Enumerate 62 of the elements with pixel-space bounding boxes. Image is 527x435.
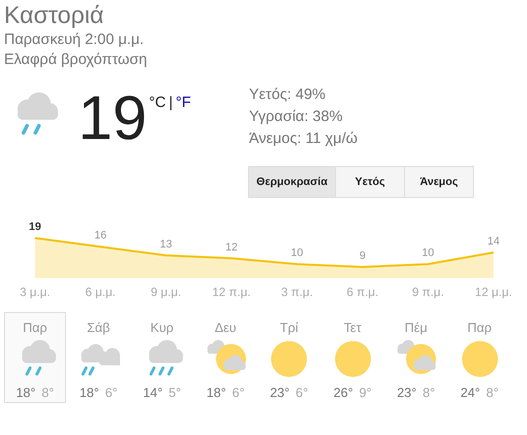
sun-icon: [268, 340, 310, 378]
weather-detail: Άνεμος: 11 χμ/ώ: [248, 129, 359, 149]
high-temperature: 18°: [79, 384, 100, 402]
data-label: 16: [94, 230, 107, 242]
chart-tab[interactable]: Θερμοκρασία: [248, 166, 336, 198]
axis-label: 6 μ.μ.: [85, 285, 116, 299]
day-label: Κυρ: [150, 319, 174, 337]
day-label: Παρ: [467, 319, 492, 337]
location-title: Καστοριά: [4, 2, 105, 30]
chart-tab[interactable]: Άνεμος: [404, 166, 474, 198]
forecast-day[interactable]: Σάβ 18° 6°: [68, 312, 130, 403]
day-label: Παρ: [22, 319, 48, 337]
unit-separator: |: [168, 93, 173, 113]
weather-condition: Ελαφρά βροχόπτωση: [4, 50, 148, 70]
high-temperature: 23°: [270, 384, 290, 402]
day-label: Πέμ: [404, 319, 428, 337]
high-temperature: 23°: [396, 384, 417, 402]
high-temperature: 24°: [460, 384, 480, 402]
weather-detail: Υγρασία: 38%: [248, 107, 344, 127]
day-label: Τρί: [280, 319, 298, 337]
low-temperature: 8°: [422, 384, 436, 402]
data-label: 13: [160, 238, 172, 250]
data-label: 9: [359, 250, 366, 262]
forecast-day[interactable]: Δευ 18° 6°: [194, 312, 256, 403]
low-temperature: 8°: [42, 384, 54, 402]
axis-label: 3 μ.μ.: [20, 285, 50, 299]
data-label: 19: [28, 221, 42, 233]
forecast-day[interactable]: Παρ 18° 8°: [4, 312, 66, 403]
axis-label: 6 π.μ.: [346, 285, 378, 299]
data-label: 10: [290, 247, 304, 260]
low-temperature: 6°: [232, 384, 245, 402]
high-temperature: 18°: [206, 384, 226, 402]
low-temperature: 6°: [296, 384, 308, 402]
high-temperature: 26°: [333, 384, 354, 402]
data-label: 12: [225, 241, 238, 254]
high-temperature: 14°: [142, 384, 163, 402]
data-label: 10: [422, 247, 434, 260]
unit-label: °C: [148, 93, 166, 113]
low-temperature: 6°: [105, 384, 118, 402]
unit-link[interactable]: °F: [176, 92, 191, 114]
axis-label: 9 π.μ.: [412, 285, 444, 299]
low-temperature: 8°: [486, 384, 499, 402]
high-temperature: 18°: [16, 384, 36, 402]
date-time: Παρασκευή 2:00 μ.μ.: [4, 30, 145, 50]
day-label: Τετ: [344, 319, 362, 337]
forecast-day[interactable]: Πέμ 23° 8°: [385, 312, 447, 403]
forecast-day[interactable]: Τρί 23° 6°: [258, 312, 320, 403]
axis-label: 3 π.μ.: [281, 285, 313, 299]
chart-tab[interactable]: Υετός: [334, 166, 405, 198]
data-label: 14: [487, 236, 500, 248]
weather-detail: Υετός: 49%: [248, 85, 327, 105]
day-label: Δευ: [214, 319, 236, 337]
axis-label: 12 π.μ.: [212, 285, 251, 299]
axis-label: 12 μ.μ.: [474, 285, 512, 299]
forecast-day[interactable]: Κυρ 14° 5°: [131, 312, 193, 403]
axis-label: 9 μ.μ.: [150, 285, 182, 299]
day-label: Σάβ: [86, 319, 110, 337]
forecast-day[interactable]: Τετ 26° 9°: [322, 312, 384, 403]
low-temperature: 9°: [359, 384, 372, 402]
low-temperature: 5°: [168, 384, 182, 402]
temperature: 19: [78, 88, 147, 155]
forecast-day[interactable]: Παρ 24° 8°: [448, 312, 510, 403]
